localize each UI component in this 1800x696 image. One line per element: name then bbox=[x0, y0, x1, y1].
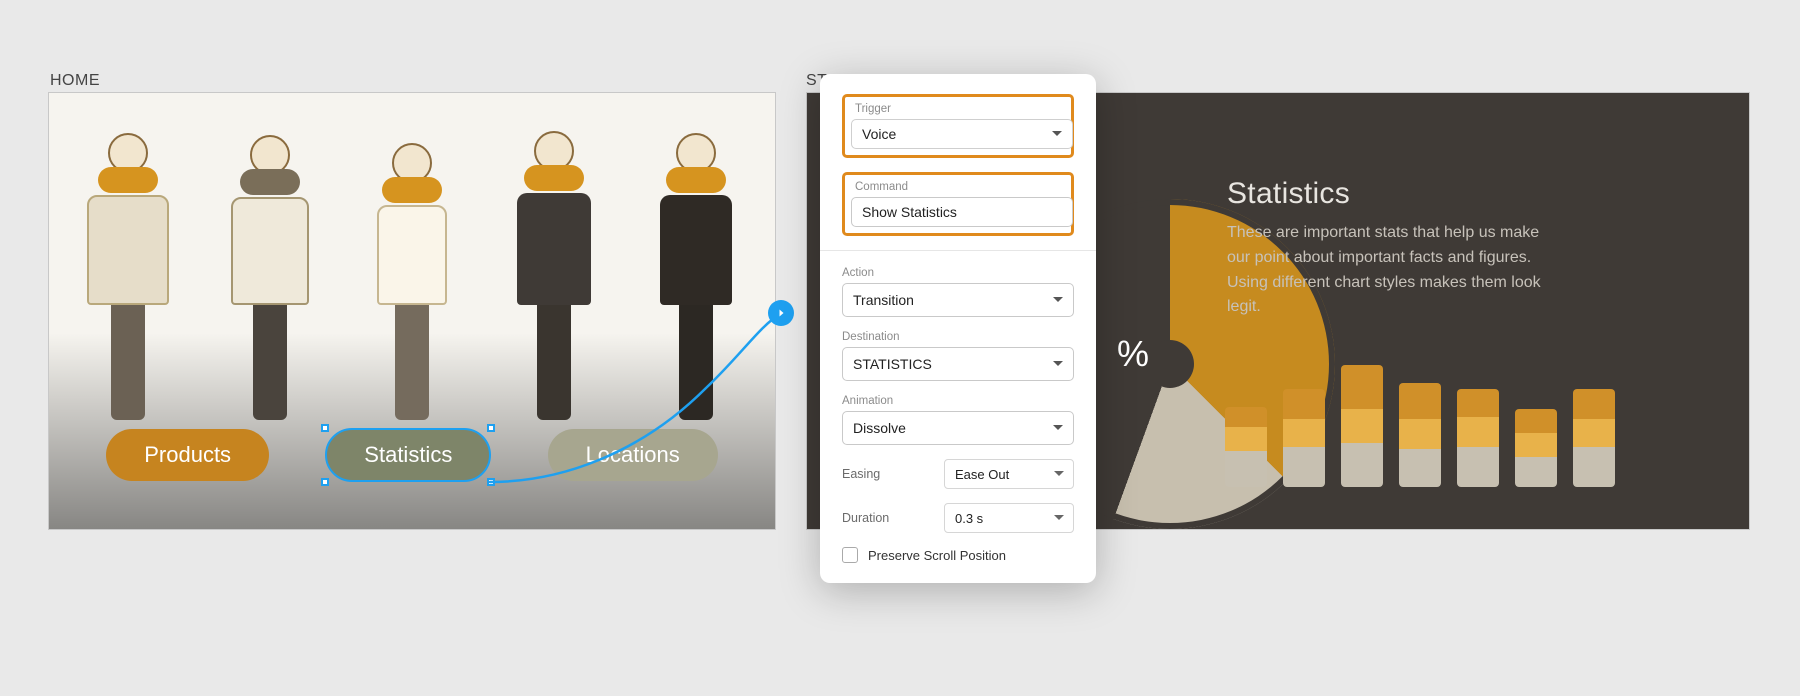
animation-label: Animation bbox=[842, 395, 1074, 407]
pie-percent-icon: % bbox=[1117, 333, 1149, 375]
bar-segment-mid bbox=[1515, 433, 1557, 457]
command-label: Command bbox=[855, 181, 1061, 193]
bar bbox=[1457, 389, 1499, 487]
action-label: Action bbox=[842, 267, 1074, 279]
preserve-scroll-checkbox[interactable] bbox=[842, 547, 858, 563]
bar-segment-bottom bbox=[1457, 447, 1499, 487]
artboard-label-home: HOME bbox=[50, 72, 100, 90]
duration-select[interactable]: 0.3 s bbox=[944, 503, 1074, 533]
duration-label: Duration bbox=[842, 511, 889, 525]
selection-handle[interactable] bbox=[487, 424, 495, 432]
bar-segment-top bbox=[1283, 389, 1325, 419]
bar-segment-top bbox=[1457, 389, 1499, 417]
bar bbox=[1225, 407, 1267, 487]
locations-label: Locations bbox=[586, 442, 680, 468]
interaction-popover: Trigger Voice Command Show Statistics Ac… bbox=[820, 74, 1096, 583]
bar-segment-top bbox=[1341, 365, 1383, 409]
animation-select[interactable]: Dissolve bbox=[842, 411, 1074, 445]
bar-segment-bottom bbox=[1225, 451, 1267, 487]
easing-label: Easing bbox=[842, 467, 880, 481]
action-select[interactable]: Transition bbox=[842, 283, 1074, 317]
locations-button[interactable]: Locations bbox=[548, 429, 718, 481]
selection-handle[interactable] bbox=[487, 478, 495, 486]
bar-segment-mid bbox=[1457, 417, 1499, 447]
figure-3 bbox=[357, 143, 467, 420]
divider bbox=[820, 250, 1096, 251]
bar bbox=[1573, 389, 1615, 487]
destination-select[interactable]: STATISTICS bbox=[842, 347, 1074, 381]
bar-segment-top bbox=[1399, 383, 1441, 419]
preserve-scroll-label: Preserve Scroll Position bbox=[868, 548, 1006, 563]
bar-segment-bottom bbox=[1341, 443, 1383, 487]
statistics-heading: Statistics bbox=[1227, 177, 1350, 211]
bar-segment-mid bbox=[1225, 427, 1267, 451]
destination-label: Destination bbox=[842, 331, 1074, 343]
bar bbox=[1341, 365, 1383, 487]
bar-segment-mid bbox=[1573, 419, 1615, 447]
duration-value: 0.3 s bbox=[955, 511, 983, 526]
trigger-value: Voice bbox=[862, 126, 896, 142]
figure-5 bbox=[641, 133, 751, 420]
fashion-figures bbox=[49, 93, 775, 420]
figure-4 bbox=[499, 131, 609, 420]
bar-segment-mid bbox=[1283, 419, 1325, 447]
statistics-label: Statistics bbox=[364, 442, 452, 468]
bar-segment-bottom bbox=[1573, 447, 1615, 487]
command-input[interactable]: Show Statistics bbox=[851, 197, 1073, 227]
trigger-label: Trigger bbox=[855, 103, 1061, 115]
link-destination-badge[interactable] bbox=[768, 300, 794, 326]
bar bbox=[1283, 389, 1325, 487]
figure-2 bbox=[215, 135, 325, 420]
products-label: Products bbox=[144, 442, 231, 468]
animation-value: Dissolve bbox=[853, 420, 906, 436]
products-button[interactable]: Products bbox=[106, 429, 269, 481]
easing-value: Ease Out bbox=[955, 467, 1009, 482]
easing-select[interactable]: Ease Out bbox=[944, 459, 1074, 489]
statistics-body: These are important stats that help us m… bbox=[1227, 221, 1557, 320]
bar-segment-top bbox=[1573, 389, 1615, 419]
action-value: Transition bbox=[853, 292, 914, 308]
selection-handle[interactable] bbox=[321, 478, 329, 486]
bar-segment-top bbox=[1225, 407, 1267, 427]
artboard-home[interactable]: Products Statistics Locations bbox=[48, 92, 776, 530]
bar-segment-bottom bbox=[1399, 449, 1441, 487]
selection-handle[interactable] bbox=[321, 424, 329, 432]
destination-value: STATISTICS bbox=[853, 356, 932, 372]
bar-segment-bottom bbox=[1283, 447, 1325, 487]
bar bbox=[1515, 409, 1557, 487]
bar-chart bbox=[1225, 337, 1615, 487]
figure-1 bbox=[73, 133, 183, 420]
bar-segment-top bbox=[1515, 409, 1557, 433]
bar bbox=[1399, 383, 1441, 487]
bar-segment-mid bbox=[1399, 419, 1441, 449]
statistics-button[interactable]: Statistics bbox=[326, 429, 490, 481]
command-value: Show Statistics bbox=[862, 204, 957, 220]
bar-segment-bottom bbox=[1515, 457, 1557, 487]
bar-segment-mid bbox=[1341, 409, 1383, 443]
trigger-select[interactable]: Voice bbox=[851, 119, 1073, 149]
link-arrow-icon bbox=[775, 307, 787, 319]
